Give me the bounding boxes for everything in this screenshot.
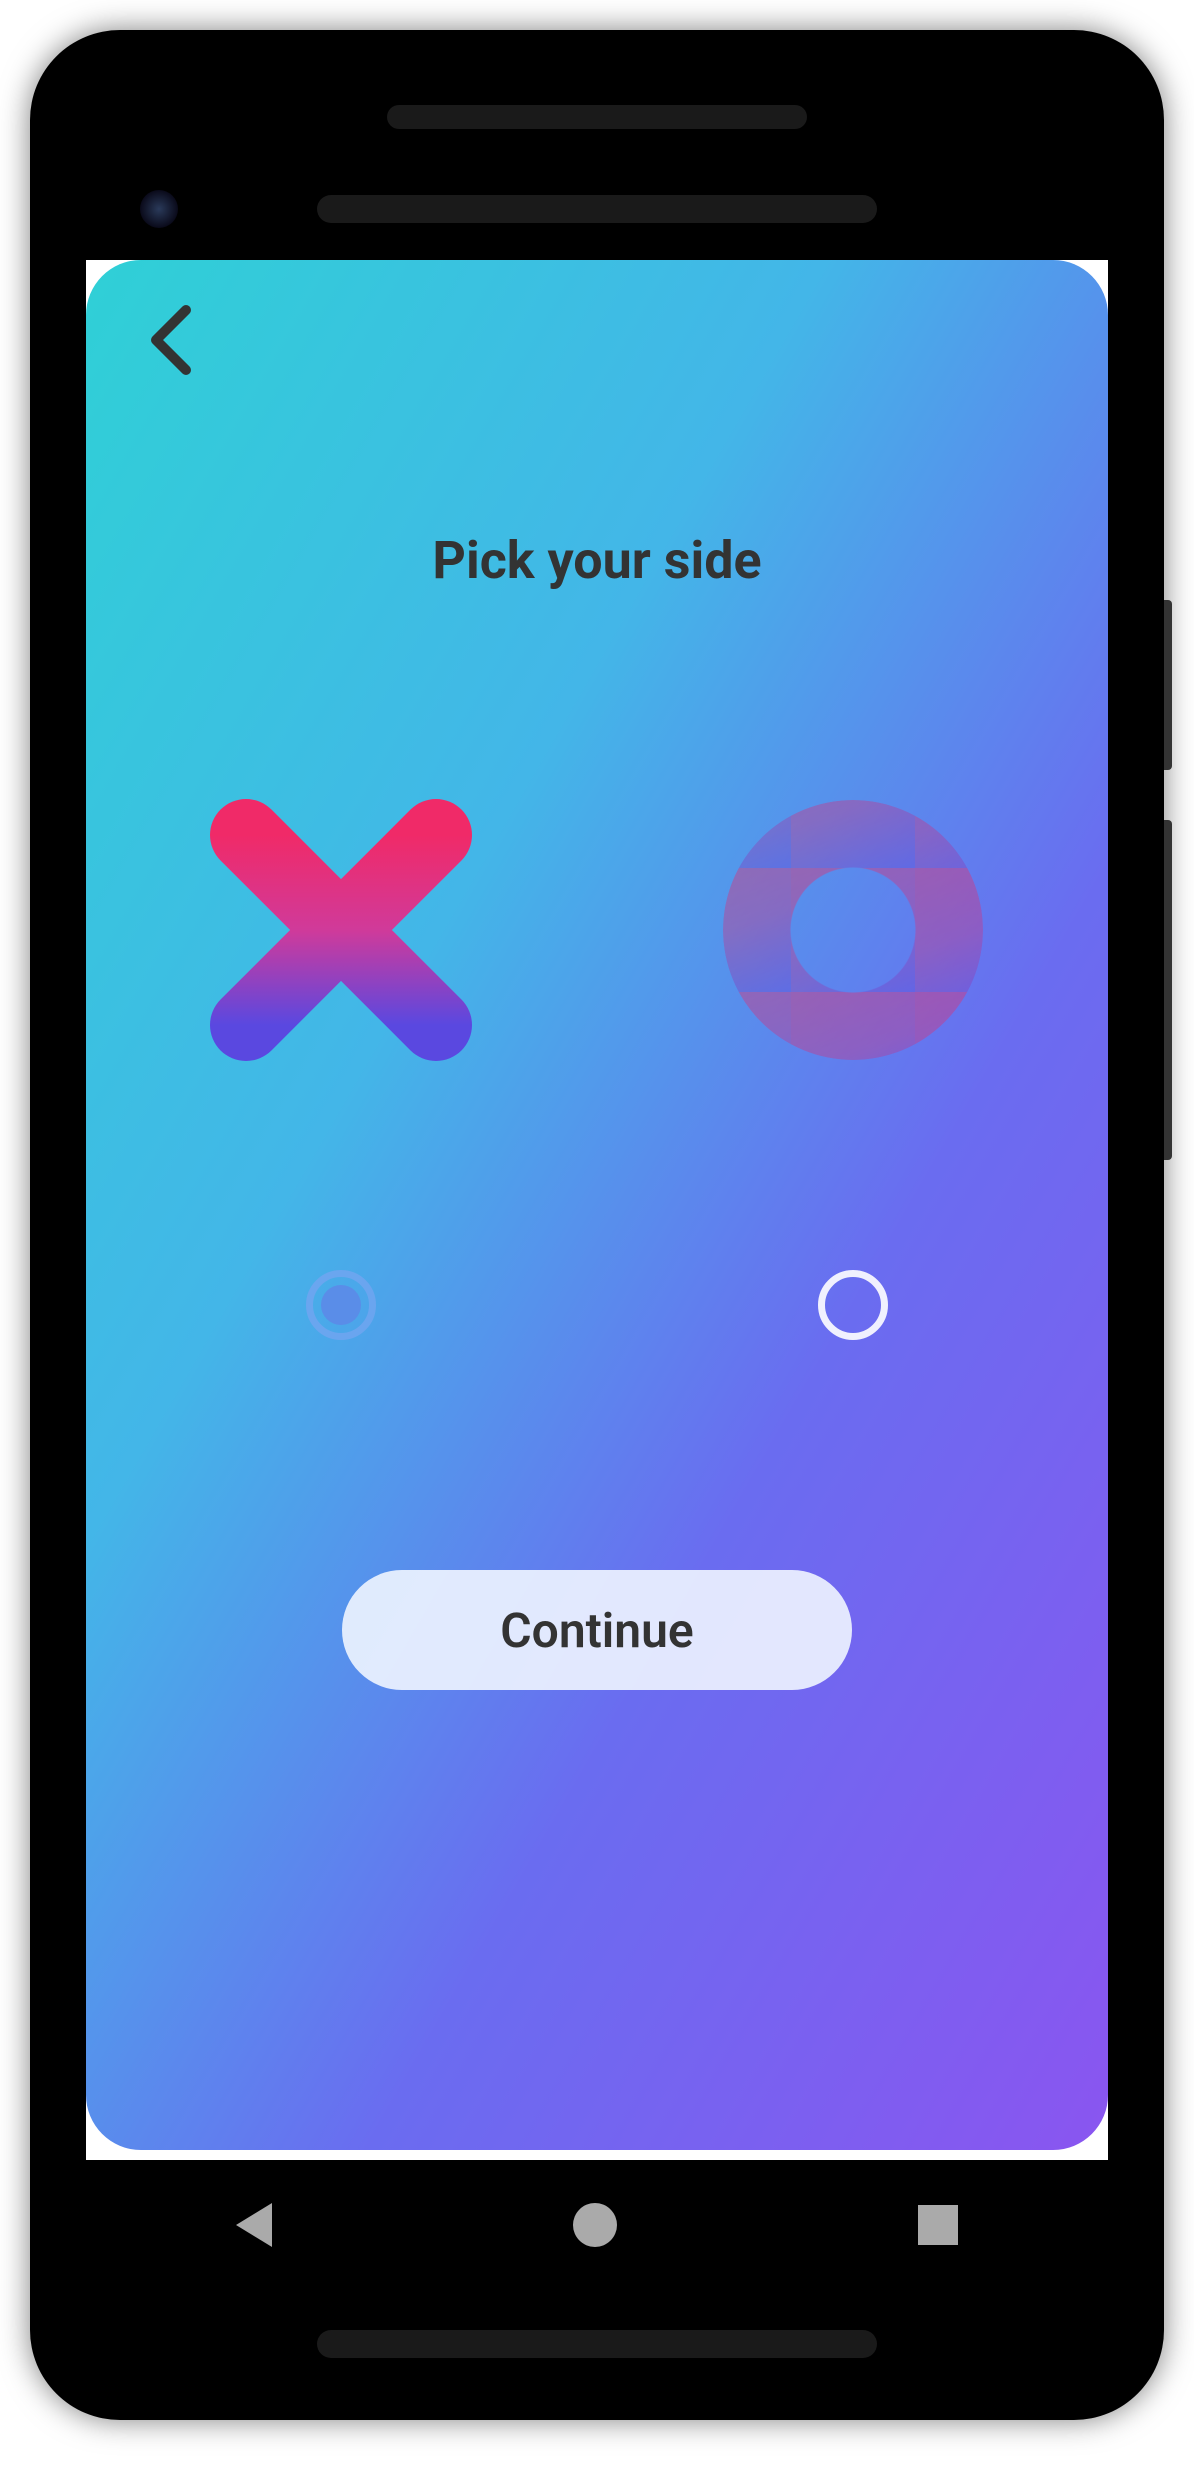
- side-options-row: [186, 770, 1008, 1090]
- phone-bezel: Pick your side: [50, 50, 1144, 2400]
- front-camera: [140, 190, 178, 228]
- speaker-grille-top: [387, 105, 807, 129]
- x-mark-icon: [191, 780, 491, 1080]
- power-button: [1164, 600, 1172, 770]
- back-button[interactable]: [141, 300, 201, 380]
- radio-group-x: [186, 1270, 496, 1340]
- option-o[interactable]: [698, 775, 1008, 1085]
- volume-button: [1164, 820, 1172, 1160]
- radio-group-o: [698, 1270, 1008, 1340]
- chevron-left-icon: [141, 300, 201, 380]
- phone-device-frame: Pick your side: [30, 30, 1164, 2420]
- o-mark-icon: [723, 800, 983, 1060]
- option-x[interactable]: [186, 775, 496, 1085]
- radio-o[interactable]: [818, 1270, 888, 1340]
- earpiece-speaker: [317, 195, 877, 223]
- nav-home-button[interactable]: [573, 2203, 617, 2247]
- continue-button[interactable]: Continue: [342, 1570, 852, 1690]
- page-title: Pick your side: [86, 530, 1108, 591]
- nav-recent-button[interactable]: [918, 2205, 958, 2245]
- android-navigation-bar: [86, 2180, 1108, 2270]
- radio-selection-row: [186, 1270, 1008, 1340]
- radio-x[interactable]: [306, 1270, 376, 1340]
- continue-button-label: Continue: [500, 1602, 693, 1659]
- nav-back-button[interactable]: [236, 2203, 272, 2247]
- phone-screen: Pick your side: [86, 260, 1108, 2160]
- speaker-grille-bottom: [317, 2330, 877, 2358]
- app-main-panel: Pick your side: [86, 260, 1108, 2150]
